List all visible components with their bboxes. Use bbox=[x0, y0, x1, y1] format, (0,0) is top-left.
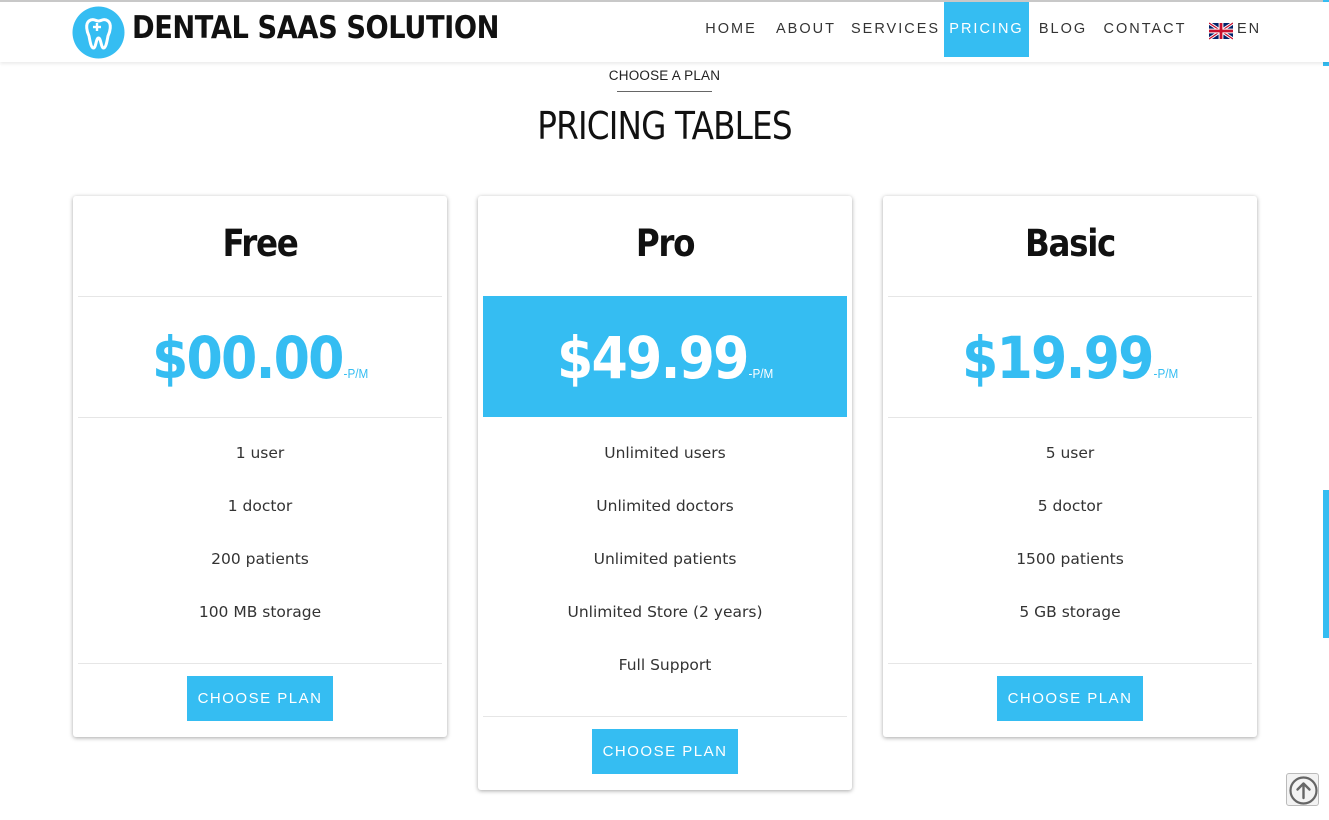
choose-plan-button-free[interactable]: CHOOSE PLAN bbox=[187, 676, 333, 721]
price-period: -P/M bbox=[748, 366, 774, 381]
nav-services[interactable]: SERVICES bbox=[851, 2, 938, 57]
feature-item: Unlimited Store (2 years) bbox=[567, 603, 763, 621]
price-period: -P/M bbox=[1153, 366, 1179, 381]
nav-home[interactable]: HOME bbox=[700, 2, 762, 57]
feature-item: 200 patients bbox=[211, 550, 309, 568]
feature-item: 1500 patients bbox=[1016, 550, 1124, 568]
price-amount: $49.99 bbox=[556, 324, 749, 392]
nav-blog[interactable]: BLOG bbox=[1036, 2, 1090, 57]
plan-price: $19.99-P/M bbox=[962, 324, 1178, 392]
feature-item: 1 user bbox=[235, 444, 285, 462]
feature-item: Unlimited patients bbox=[593, 550, 737, 568]
arrow-up-circle-icon bbox=[1289, 776, 1318, 805]
language-selector[interactable]: EN bbox=[1237, 2, 1261, 57]
feature-item: 5 GB storage bbox=[1019, 603, 1121, 621]
site-header: DENTAL SAAS SOLUTION HOME ABOUT SERVICES… bbox=[0, 2, 1329, 62]
page-title: PRICING TABLES bbox=[537, 104, 792, 148]
feature-item: 5 user bbox=[1045, 444, 1095, 462]
price-box: $00.00-P/M bbox=[78, 296, 442, 417]
choose-plan-button-pro[interactable]: CHOOSE PLAN bbox=[592, 729, 738, 774]
feature-list: 5 user 5 doctor 1500 patients 5 GB stora… bbox=[883, 443, 1257, 655]
feature-item: Unlimited doctors bbox=[596, 497, 734, 515]
plan-price: $00.00-P/M bbox=[152, 324, 368, 392]
feature-list: Unlimited users Unlimited doctors Unlimi… bbox=[478, 443, 852, 708]
plan-name: Basic bbox=[1024, 222, 1116, 265]
feature-item: 5 doctor bbox=[1037, 497, 1103, 515]
tooth-logo-icon[interactable] bbox=[72, 5, 125, 60]
uk-flag-icon[interactable] bbox=[1209, 22, 1233, 40]
nav-contact[interactable]: CONTACT bbox=[1103, 2, 1187, 57]
eyebrow-underline bbox=[617, 91, 712, 92]
feature-item: Full Support bbox=[618, 656, 712, 674]
pricing-card-free: Free $00.00-P/M 1 user 1 doctor 200 pati… bbox=[73, 196, 447, 737]
divider bbox=[888, 663, 1252, 664]
feature-item: 100 MB storage bbox=[198, 603, 322, 621]
plan-name: Pro bbox=[635, 222, 696, 265]
feature-item: Unlimited users bbox=[604, 444, 726, 462]
scroll-to-top-button[interactable] bbox=[1286, 773, 1319, 806]
brand-name[interactable]: DENTAL SAAS SOLUTION bbox=[132, 10, 499, 46]
divider bbox=[888, 417, 1252, 418]
scrollbar-thumb[interactable] bbox=[1323, 490, 1329, 638]
feature-list: 1 user 1 doctor 200 patients 100 MB stor… bbox=[73, 443, 447, 655]
feature-item: 1 doctor bbox=[227, 497, 293, 515]
section-eyebrow: CHOOSE A PLAN bbox=[608, 68, 721, 83]
divider bbox=[78, 417, 442, 418]
plan-name: Free bbox=[222, 222, 298, 265]
divider bbox=[78, 663, 442, 664]
pricing-card-pro: Pro $49.99-P/M Unlimited users Unlimited… bbox=[478, 196, 852, 790]
nav-pricing[interactable]: PRICING bbox=[944, 2, 1029, 57]
divider bbox=[483, 716, 847, 717]
choose-plan-button-basic[interactable]: CHOOSE PLAN bbox=[997, 676, 1143, 721]
price-box: $19.99-P/M bbox=[888, 296, 1252, 417]
nav-about[interactable]: ABOUT bbox=[772, 2, 840, 57]
price-period: -P/M bbox=[343, 366, 369, 381]
price-box-highlighted: $49.99-P/M bbox=[483, 296, 847, 417]
pricing-card-basic: Basic $19.99-P/M 5 user 5 doctor 1500 pa… bbox=[883, 196, 1257, 737]
plan-price: $49.99-P/M bbox=[557, 324, 773, 392]
price-amount: $19.99 bbox=[961, 324, 1154, 392]
price-amount: $00.00 bbox=[151, 324, 344, 392]
